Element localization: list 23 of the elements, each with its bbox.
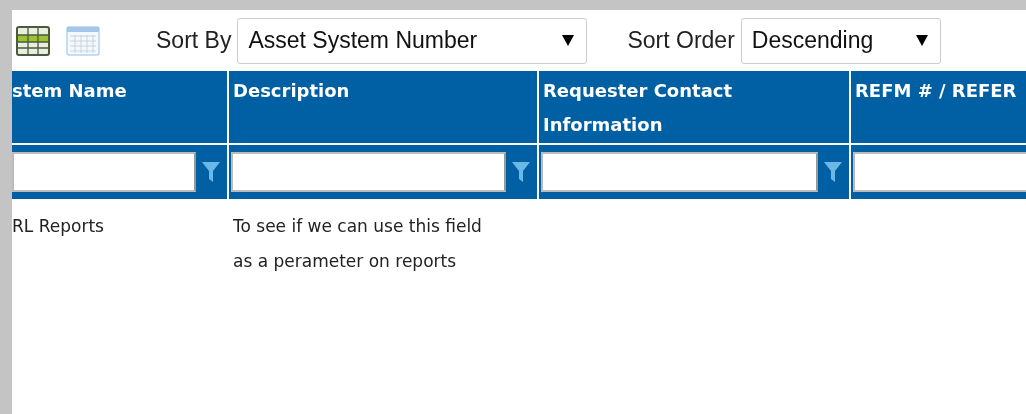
grid-view-button[interactable] [16,25,50,56]
sort-by-label: Sort By [156,27,232,54]
column-header[interactable]: Requester Contact Information [539,71,849,143]
table-cell-text: To see if we can use this field as a perameter on reports [233,215,483,273]
column-header[interactable]: stem Name [12,71,227,143]
sort-order-dropdown[interactable]: Descending [740,17,941,64]
filter-field[interactable] [853,152,1026,192]
table-view-button[interactable] [66,25,100,56]
sort-by-dropdown[interactable]: Asset System Number [237,17,588,64]
table-cell-text: RL Reports [12,215,105,238]
column-header[interactable]: Description [229,71,537,143]
column-header[interactable]: REFM # / REFER [851,71,1026,143]
filter-field[interactable] [12,152,196,192]
filter-field[interactable] [541,152,818,192]
filter-icon[interactable] [201,161,221,183]
grid-icon [16,25,50,56]
table-icon [66,25,100,56]
filter-icon[interactable] [511,161,531,183]
filter-icon[interactable] [823,161,843,183]
sort-order-label: Sort Order [627,27,735,54]
filter-field[interactable] [231,152,506,192]
caret-icon [562,35,575,46]
caret-icon [915,35,928,46]
